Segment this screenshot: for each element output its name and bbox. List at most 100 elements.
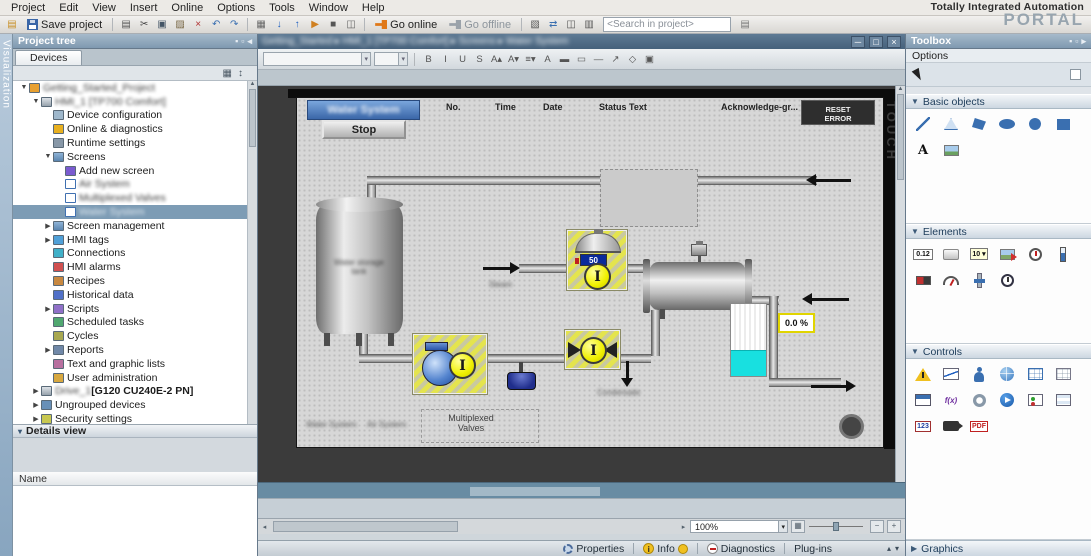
tree-expand-icon[interactable]: ▶: [43, 222, 53, 230]
tool-fx-trend[interactable]: f(x): [938, 388, 964, 412]
tree-scroll-thumb[interactable]: [249, 89, 256, 147]
pipe-top[interactable]: [367, 176, 817, 185]
menu-help[interactable]: Help: [355, 2, 392, 14]
delete-button[interactable]: ×: [190, 17, 206, 32]
reset-error-button[interactable]: RESET ERROR: [801, 100, 875, 125]
alarm-column-status-text[interactable]: Status Text: [599, 102, 647, 112]
pump-group[interactable]: I: [412, 333, 488, 395]
alarm-column-acknowledge-gr[interactable]: Acknowledge-gr...: [721, 102, 798, 112]
tool-line[interactable]: [910, 112, 936, 136]
tree-item-scheduled-tasks[interactable]: Scheduled tasks: [13, 316, 248, 330]
accessible-devices-button[interactable]: ▧: [527, 17, 543, 32]
tree-expand-icon[interactable]: ▼: [19, 84, 29, 91]
line-style-button[interactable]: —: [591, 52, 606, 67]
tree-item-screen-management[interactable]: ▶ Screen management: [13, 219, 248, 233]
tree-item-air-system[interactable]: Air System: [13, 178, 248, 192]
section-controls[interactable]: ▼ Controls: [906, 344, 1091, 359]
tree-item-recipes[interactable]: Recipes: [13, 274, 248, 288]
cross-references-button[interactable]: ⇄: [545, 17, 561, 32]
copy-button[interactable]: ▣: [154, 17, 170, 32]
tree-expand-icon[interactable]: ▶: [43, 346, 53, 354]
actuator-graphic[interactable]: [507, 372, 536, 390]
tree-item-security-settings[interactable]: ▶ Security settings: [13, 412, 248, 424]
split-editor-button[interactable]: ◫: [563, 17, 579, 32]
tool-media-player[interactable]: [994, 388, 1020, 412]
details-name-column-header[interactable]: Name: [13, 472, 257, 486]
zoom-in-button[interactable]: +: [887, 520, 901, 533]
tree-item-hmi-tags[interactable]: ▶ HMI tags: [13, 233, 248, 247]
tab-info[interactable]: Info: [634, 541, 697, 556]
window-layout-button[interactable]: ▥: [581, 17, 597, 32]
save-project-button[interactable]: Save project: [22, 17, 107, 32]
tree-item-multiplexed-valves[interactable]: Multiplexed Valves: [13, 191, 248, 205]
tree-item-device-configuration[interactable]: Device configuration: [13, 109, 248, 123]
panel-pin-icon[interactable]: ▫: [241, 36, 244, 47]
level-io-field[interactable]: 0.0 %: [778, 313, 815, 333]
menu-edit[interactable]: Edit: [52, 2, 85, 14]
visualization-side-tab[interactable]: Visualization: [0, 34, 13, 556]
layer-order-button[interactable]: ▣: [642, 52, 657, 67]
border-color-button[interactable]: ▭: [574, 52, 589, 67]
font-size-up-button[interactable]: A▴: [489, 52, 504, 67]
fit-screen-button[interactable]: ▦: [791, 520, 805, 533]
tool-trend-view[interactable]: [938, 362, 964, 386]
tab-properties[interactable]: Properties: [554, 541, 633, 556]
tree-item-runtime-settings[interactable]: Runtime settings: [13, 136, 248, 150]
editor-close-button[interactable]: ×: [887, 35, 901, 48]
tool-clock[interactable]: [994, 268, 1020, 292]
alarm-column-no[interactable]: No.: [446, 102, 461, 112]
tree-expand-icon[interactable]: ▶: [31, 415, 41, 423]
tool-datetime[interactable]: [1022, 242, 1048, 266]
zoom-slider-thumb[interactable]: [833, 522, 839, 531]
tool-graphic-view[interactable]: [938, 138, 964, 162]
butterfly-valve-group[interactable]: I: [564, 329, 621, 370]
pipe-right-drop[interactable]: [769, 296, 778, 384]
compile-button[interactable]: ▦: [253, 17, 269, 32]
tool-watch-table[interactable]: [1050, 388, 1076, 412]
menu-tools[interactable]: Tools: [262, 2, 302, 14]
fill-color-button[interactable]: ▬: [557, 52, 572, 67]
text-color-button[interactable]: A: [540, 52, 555, 67]
pipe-steam-in[interactable]: [519, 264, 568, 273]
tool-text-field[interactable]: A: [910, 138, 936, 162]
tree-item-hmi-1-tp700-comfort[interactable]: ▼ HMI_1 [TP700 Comfort]: [13, 95, 248, 109]
tool-graphic-io[interactable]: [994, 242, 1020, 266]
tool-circle[interactable]: [1022, 112, 1048, 136]
go-online-button[interactable]: Go online: [370, 17, 442, 32]
tree-item-g120-cu240e-2-pn[interactable]: ▶ Drive_1 [G120 CU240E-2 PN]: [13, 385, 248, 399]
tree-item-add-new-screen[interactable]: Add new screen: [13, 164, 248, 178]
start-runtime-button[interactable]: ▶: [307, 17, 323, 32]
font-size-down-button[interactable]: A▾: [506, 52, 521, 67]
scroll-right-icon[interactable]: ▸: [677, 523, 690, 531]
upload-from-device-button[interactable]: ↑: [289, 17, 305, 32]
alarm-column-date[interactable]: Date: [543, 102, 563, 112]
alarm-column-time[interactable]: Time: [495, 102, 516, 112]
tree-item-cycles[interactable]: Cycles: [13, 329, 248, 343]
tool-system-diag[interactable]: [966, 388, 992, 412]
zoom-slider[interactable]: [809, 520, 863, 533]
tool-status-force[interactable]: [1022, 388, 1048, 412]
tree-expand-icon[interactable]: ▶: [31, 401, 41, 409]
tool-slider[interactable]: [966, 268, 992, 292]
tool-polygon-filled[interactable]: [966, 112, 992, 136]
hmi-screen[interactable]: Water storage tank 50 I I I 0.0 % Steam …: [296, 97, 884, 448]
italic-button[interactable]: I: [438, 52, 453, 67]
screen-editor-canvas[interactable]: TOUCH Water storage tank 50 I I I 0.0 % …: [258, 86, 895, 482]
flow-arrow-out[interactable]: [811, 380, 856, 392]
tree-expand-collapse-icon[interactable]: ↕: [238, 68, 243, 79]
zoom-select[interactable]: 100% ▾: [690, 520, 788, 533]
search-input[interactable]: [603, 17, 732, 32]
tree-item-online-diagnostics[interactable]: Online & diagnostics: [13, 122, 248, 136]
tree-expand-icon[interactable]: ▼: [31, 98, 41, 105]
snapshot-button[interactable]: ◫: [343, 17, 359, 32]
tree-item-reports[interactable]: ▶ Reports: [13, 343, 248, 357]
section-basic-objects[interactable]: ▼ Basic objects: [906, 94, 1091, 109]
tab-diagnostics[interactable]: Diagnostics: [698, 541, 784, 556]
tool-recipe-view[interactable]: [1022, 362, 1048, 386]
tool-rectangle[interactable]: [1050, 112, 1076, 136]
tree-item-ungrouped-devices[interactable]: ▶ Ungrouped devices: [13, 398, 248, 412]
menu-options[interactable]: Options: [210, 2, 262, 14]
panel-collapse-icon[interactable]: ▸: [1081, 36, 1086, 47]
project-library-button[interactable]: ▤: [737, 17, 753, 32]
menu-project[interactable]: Project: [4, 2, 52, 14]
